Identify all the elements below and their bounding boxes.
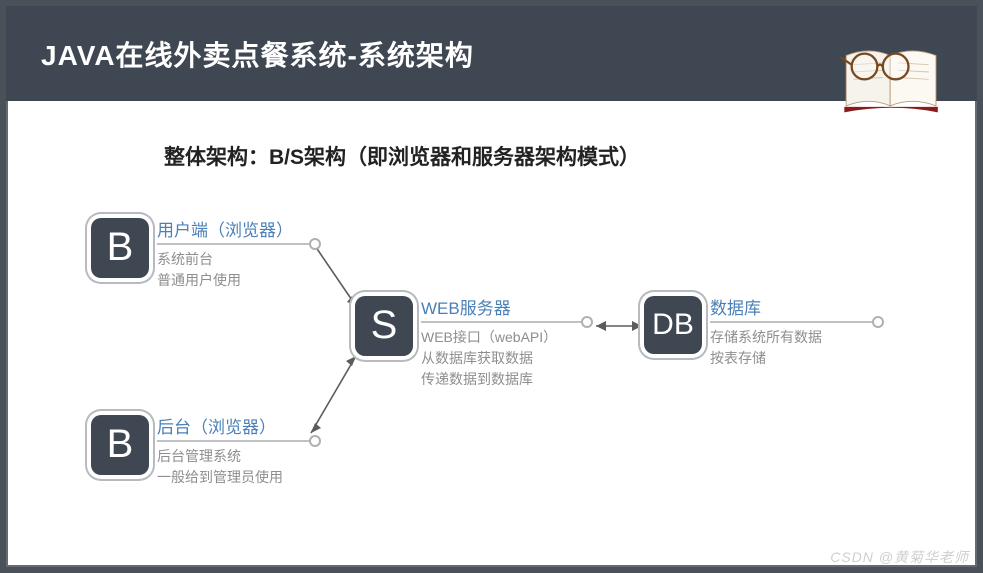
server-desc-1: WEB接口（webAPI） [421, 327, 589, 348]
admin-desc-2: 一般给到管理员使用 [157, 467, 317, 488]
db-box-icon: DB [644, 296, 702, 354]
db-title: 数据库 [710, 294, 880, 319]
client-desc-1: 系统前台 [157, 249, 317, 270]
server-desc-2: 从数据库获取数据 [421, 348, 589, 369]
server-title: WEB服务器 [421, 294, 589, 319]
watermark: CSDN @黄菊华老师 [830, 547, 969, 567]
slide-title: JAVA在线外卖点餐系统-系统架构 [41, 34, 474, 74]
server-desc-3: 传递数据到数据库 [421, 369, 589, 390]
db-desc-2: 按表存储 [710, 348, 880, 369]
admin-desc-1: 后台管理系统 [157, 446, 317, 467]
server-box-icon: S [355, 296, 413, 356]
admin-box-icon: B [91, 415, 149, 475]
header-band: JAVA在线外卖点餐系统-系统架构 [6, 6, 977, 101]
client-desc-2: 普通用户使用 [157, 270, 317, 291]
client-box-icon: B [91, 218, 149, 278]
admin-title: 后台（浏览器） [157, 413, 317, 438]
client-title: 用户端（浏览器） [157, 216, 317, 241]
diagram-subtitle: 整体架构：B/S架构（即浏览器和服务器架构模式） [164, 141, 640, 171]
slide: JAVA在线外卖点餐系统-系统架构 整体架构：B/S架构（即浏览器和服务器架构模… [6, 6, 977, 567]
db-desc-1: 存储系统所有数据 [710, 327, 880, 348]
book-icon [837, 28, 947, 118]
